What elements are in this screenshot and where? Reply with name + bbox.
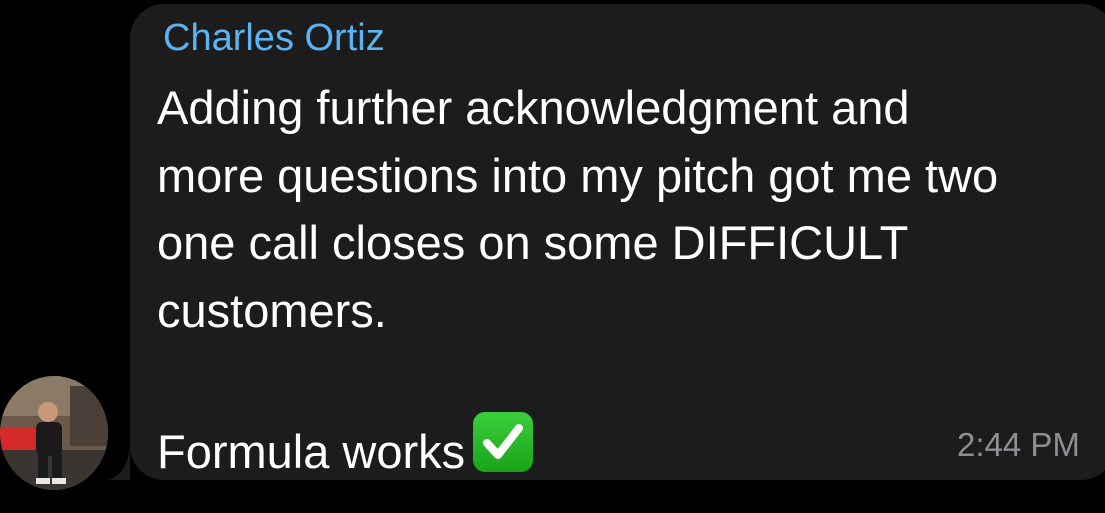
message-text: Adding further acknowledgment and more q… [157, 74, 1102, 485]
sender-name[interactable]: Charles Ortiz [163, 17, 385, 60]
message-line: customers. [157, 283, 387, 337]
white-heavy-check-mark-icon [473, 411, 534, 472]
message-line: one call closes on some DIFFICULT [157, 216, 909, 269]
message-line: Adding further acknowledgment and [157, 81, 910, 134]
message-line: more questions into my pitch got me two [157, 148, 999, 202]
message-closing-text: Formula works [157, 424, 466, 478]
message-timestamp: 2:44 PM [957, 426, 1080, 463]
avatar-photo [0, 376, 108, 490]
sender-avatar[interactable] [0, 376, 108, 490]
